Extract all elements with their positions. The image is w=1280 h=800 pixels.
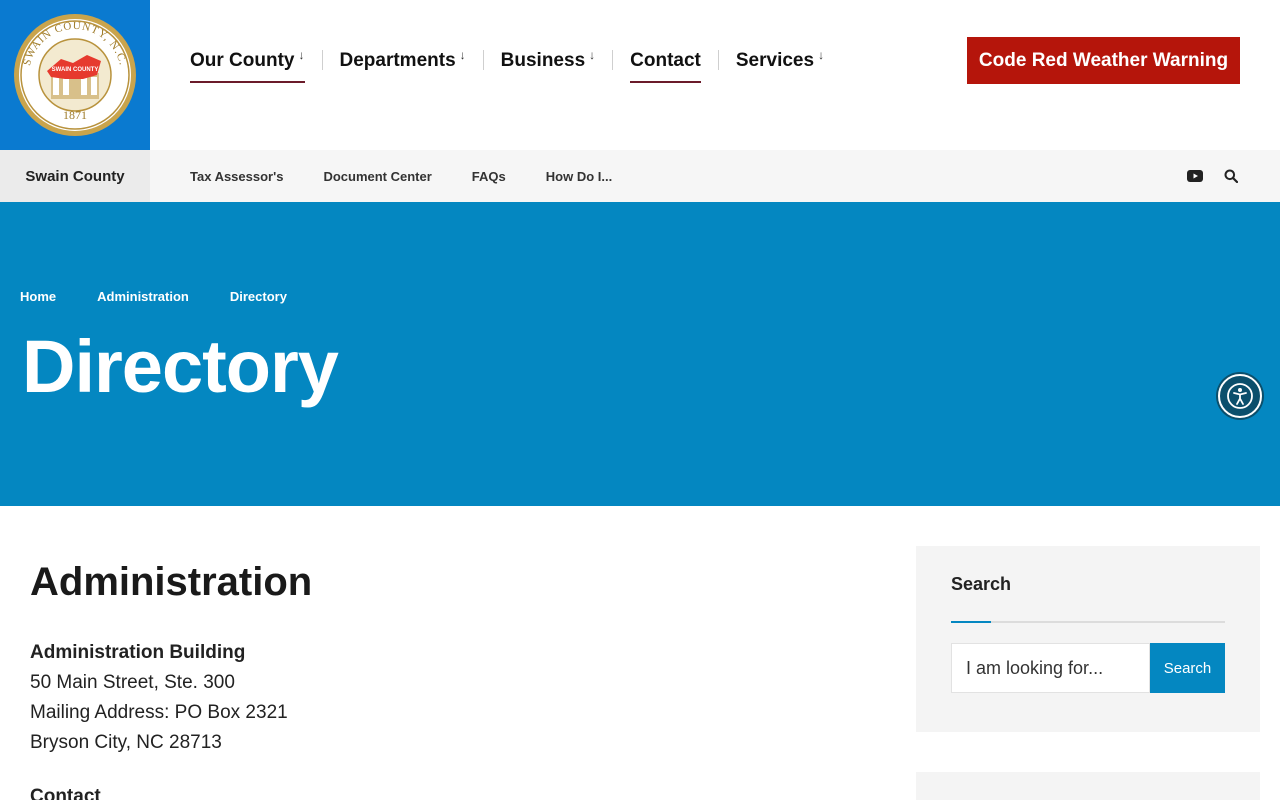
accessibility-icon [1227,383,1253,409]
quick-links: Tax Assessor's Document Center FAQs How … [190,150,652,202]
secondary-navigation: Swain County Tax Assessor's Document Cen… [0,150,1280,202]
section-heading: Administration [30,560,313,604]
sidebar-widget [916,772,1260,800]
widget-divider [951,621,1225,623]
link-document-center[interactable]: Document Center [323,169,431,184]
accessibility-button[interactable] [1218,374,1262,418]
nav-contact-label: Contact [630,50,701,71]
city-state-zip: Bryson City, NC 28713 [30,732,222,753]
main-navigation: Our County ↓ Departments ↓ Business ↓ Co… [190,44,824,83]
nav-divider [482,50,484,70]
chevron-down-icon: ↓ [459,48,466,62]
svg-text:SWAIN COUNTY: SWAIN COUNTY [52,67,99,73]
page-title: Directory [22,325,339,408]
address-block: Administration Building 50 Main Street, … [30,638,288,758]
nav-departments[interactable]: Departments ↓ [340,44,466,80]
chevron-down-icon: ↓ [589,48,596,62]
county-seal-logo[interactable]: SWAIN COUNTY, N.C. SWAIN COUNTY 1871 [0,0,150,150]
youtube-icon[interactable] [1186,167,1204,185]
breadcrumb-directory: Directory [229,289,287,304]
chevron-down-icon: ↓ [298,48,305,62]
breadcrumb-administration[interactable]: Administration [97,289,189,304]
search-icon[interactable] [1222,167,1240,185]
widget-divider-accent [951,621,991,623]
search-button[interactable]: Search [1150,643,1225,693]
nav-our-county[interactable]: Our County ↓ [190,44,305,83]
nav-business[interactable]: Business ↓ [501,44,595,80]
site-header: SWAIN COUNTY, N.C. SWAIN COUNTY 1871 Our… [0,0,1280,150]
nav-services[interactable]: Services ↓ [736,44,824,80]
mailing-address: Mailing Address: PO Box 2321 [30,702,288,723]
street-address: 50 Main Street, Ste. 300 [30,672,235,693]
nav-divider [321,50,323,70]
building-name: Administration Building [30,642,246,663]
nav-services-label: Services [735,50,815,71]
nav-divider [612,50,614,70]
nav-contact[interactable]: Contact [630,44,701,83]
code-red-weather-warning-button[interactable]: Code Red Weather Warning [967,37,1240,84]
contact-heading: Contact [30,786,101,800]
search-input[interactable] [951,643,1150,693]
svg-text:1871: 1871 [63,108,87,122]
nav-departments-label: Departments [339,50,456,71]
utility-icons [1186,150,1240,202]
nav-business-label: Business [500,50,586,71]
link-faqs[interactable]: FAQs [472,169,506,184]
link-tax-assessor[interactable]: Tax Assessor's [190,169,283,184]
search-widget-title: Search [951,574,1012,594]
link-how-do-i[interactable]: How Do I... [546,169,612,184]
breadcrumb: Home Administration Directory [20,289,328,304]
page-hero: Home Administration Directory Directory [0,202,1280,506]
seal-icon: SWAIN COUNTY, N.C. SWAIN COUNTY 1871 [14,14,136,136]
breadcrumb-home[interactable]: Home [20,289,56,304]
nav-our-county-label: Our County [190,50,295,71]
site-name[interactable]: Swain County [0,150,150,202]
search-widget: Search Search [916,546,1260,732]
chevron-down-icon: ↓ [818,48,825,62]
nav-divider [717,50,719,70]
